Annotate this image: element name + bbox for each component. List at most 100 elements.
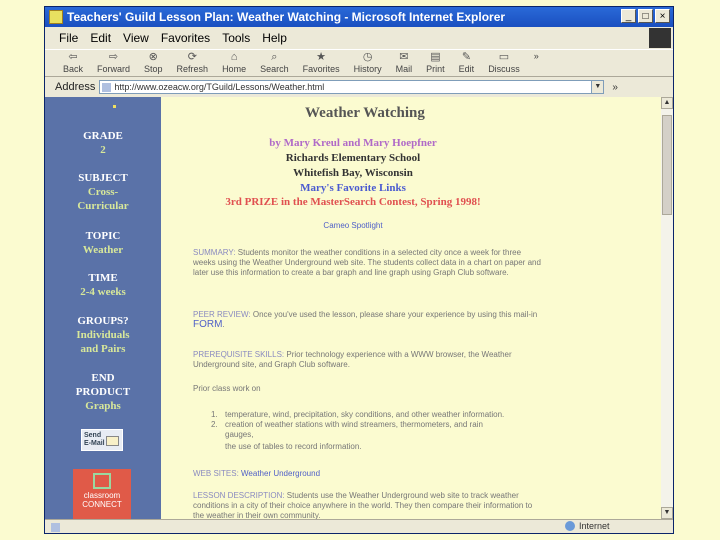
- send-email-button[interactable]: Send E-Mail: [81, 429, 123, 451]
- summary-label: SUMMARY:: [193, 248, 236, 257]
- summary-text: Students monitor the weather conditions …: [193, 248, 541, 277]
- cameo-spotlight-link[interactable]: Cameo Spotlight: [193, 221, 513, 230]
- email-label: E-Mail: [84, 440, 105, 447]
- menu-edit[interactable]: Edit: [84, 31, 117, 45]
- groups-heading: GROUPS?: [77, 315, 129, 327]
- forward-button[interactable]: ⇨ Forward: [93, 50, 134, 74]
- history-icon: ◷: [362, 51, 373, 63]
- prior-work-text: Prior class work on: [193, 384, 261, 393]
- end-product-section: END PRODUCT Graphs: [45, 371, 161, 413]
- groups-value-1: Individuals: [76, 329, 130, 341]
- history-button[interactable]: ◷ History: [350, 50, 386, 74]
- peer-review-paragraph: PEER REVIEW: Once you've used the lesson…: [193, 310, 545, 330]
- search-button[interactable]: ⌕ Search: [256, 50, 293, 74]
- logo-text-1: classroom: [83, 491, 121, 500]
- ie-icon: [49, 10, 63, 24]
- list-item-3: the use of tables to record information.: [225, 442, 362, 451]
- grade-heading: GRADE: [83, 130, 123, 142]
- peer-review-text: Once you've used the lesson, please shar…: [250, 310, 538, 319]
- discuss-button[interactable]: ▭ Discuss: [484, 50, 524, 74]
- menu-tools[interactable]: Tools: [216, 31, 256, 45]
- logo-text-2: CONNECT: [82, 500, 122, 509]
- subject-heading: SUBJECT: [78, 172, 128, 184]
- edit-button[interactable]: ✎ Edit: [455, 50, 479, 74]
- favorite-links-link[interactable]: Mary's Favorite Links: [193, 182, 513, 194]
- address-dropdown-icon[interactable]: ▼: [591, 81, 604, 93]
- prerequisite-label: PREREQUISITE SKILLS:: [193, 350, 285, 359]
- send-email-text: Send E-Mail: [84, 432, 105, 448]
- maximize-button[interactable]: □: [638, 9, 653, 23]
- school-name: Richards Elementary School: [285, 152, 421, 164]
- web-sites-label: WEB SITES:: [193, 469, 239, 478]
- classroom-connect-mark-icon: [93, 473, 111, 489]
- links-chevron[interactable]: »: [612, 82, 618, 93]
- search-label: Search: [260, 64, 289, 74]
- print-button[interactable]: ▤ Print: [422, 50, 449, 74]
- stop-button[interactable]: ⊗ Stop: [140, 50, 167, 74]
- window-controls: _ □ ×: [621, 9, 670, 23]
- refresh-button[interactable]: ⟳ Refresh: [173, 50, 213, 74]
- back-button[interactable]: ⇦ Back: [59, 50, 87, 74]
- address-input[interactable]: http://www.ozeacw.org/TGuild/Lessons/Wea…: [99, 80, 605, 94]
- windows-logo-icon: [649, 28, 671, 48]
- mail-button[interactable]: ✉ Mail: [392, 50, 417, 74]
- toolbar-more-label: »: [533, 51, 539, 61]
- back-label: Back: [63, 64, 84, 74]
- list-item-1: temperature, wind, precipitation, sky co…: [225, 410, 505, 419]
- edit-label: Edit: [458, 64, 475, 74]
- lesson-description-paragraph: LESSON DESCRIPTION: Students use the Wea…: [193, 491, 545, 519]
- print-icon: ▤: [430, 51, 441, 63]
- history-label: History: [353, 64, 382, 74]
- time-heading: TIME: [88, 272, 118, 284]
- status-bar: Internet: [45, 519, 673, 533]
- home-button[interactable]: ⌂ Home: [218, 50, 250, 74]
- forward-arrow-icon: ⇨: [108, 51, 119, 63]
- menu-help[interactable]: Help: [256, 31, 293, 45]
- grade-value: 2: [100, 144, 106, 156]
- topic-value: Weather: [82, 244, 124, 256]
- menu-view[interactable]: View: [117, 31, 155, 45]
- send-label: Send: [84, 432, 102, 439]
- time-section: TIME 2-4 weeks: [45, 271, 161, 299]
- home-icon: ⌂: [230, 51, 238, 63]
- address-label: Address: [55, 81, 96, 93]
- menu-favorites[interactable]: Favorites: [155, 31, 216, 45]
- favorites-button[interactable]: ★ Favorites: [299, 50, 344, 74]
- favorites-icon: ★: [316, 51, 327, 63]
- envelope-icon: [106, 436, 119, 446]
- groups-section: GROUPS? Individuals and Pairs: [45, 314, 161, 356]
- stop-icon: ⊗: [148, 51, 158, 63]
- mail-icon: ✉: [399, 51, 409, 63]
- lesson-description-label: LESSON DESCRIPTION:: [193, 491, 285, 500]
- end-product-value: Graphs: [85, 400, 121, 412]
- scroll-up-icon[interactable]: ▲: [661, 97, 673, 109]
- print-label: Print: [426, 64, 445, 74]
- scroll-down-icon[interactable]: ▼: [661, 507, 673, 519]
- peer-review-label: PEER REVIEW:: [193, 310, 251, 319]
- list-item-1-number: 1.: [211, 410, 218, 419]
- toolbar-more-button[interactable]: »: [530, 50, 543, 61]
- end-product-heading-2: PRODUCT: [75, 386, 131, 398]
- list-item-2-cont: gauges,: [225, 430, 254, 439]
- prerequisite-paragraph: PREREQUISITE SKILLS: Prior technology ex…: [193, 350, 545, 370]
- close-button[interactable]: ×: [655, 9, 670, 23]
- subject-section: SUBJECT Cross- Curricular: [45, 171, 161, 213]
- edit-icon: ✎: [461, 51, 472, 63]
- sidebar-dot: [113, 105, 116, 108]
- web-sites-line: WEB SITES: Weather Underground: [193, 469, 545, 479]
- vertical-scrollbar[interactable]: ▲ ▼: [661, 97, 673, 519]
- favorites-label: Favorites: [302, 64, 340, 74]
- scroll-thumb[interactable]: [662, 115, 672, 215]
- title-bar[interactable]: Teachers' Guild Lesson Plan: Weather Wat…: [45, 7, 673, 27]
- menu-file[interactable]: File: [53, 31, 84, 45]
- home-label: Home: [222, 64, 247, 74]
- refresh-icon: ⟳: [187, 51, 197, 63]
- globe-icon: [565, 521, 575, 531]
- peer-review-form-link[interactable]: FORM: [193, 319, 222, 330]
- discuss-icon: ▭: [498, 51, 510, 63]
- authors-line: by Mary Kreul and Mary Hoepfner: [269, 137, 437, 149]
- minimize-button[interactable]: _: [621, 9, 636, 23]
- page-content: GRADE 2 SUBJECT Cross- Curricular TOPIC …: [45, 97, 661, 519]
- weather-underground-link[interactable]: Weather Underground: [239, 469, 320, 478]
- classroom-connect-logo[interactable]: classroom CONNECT: [73, 469, 131, 519]
